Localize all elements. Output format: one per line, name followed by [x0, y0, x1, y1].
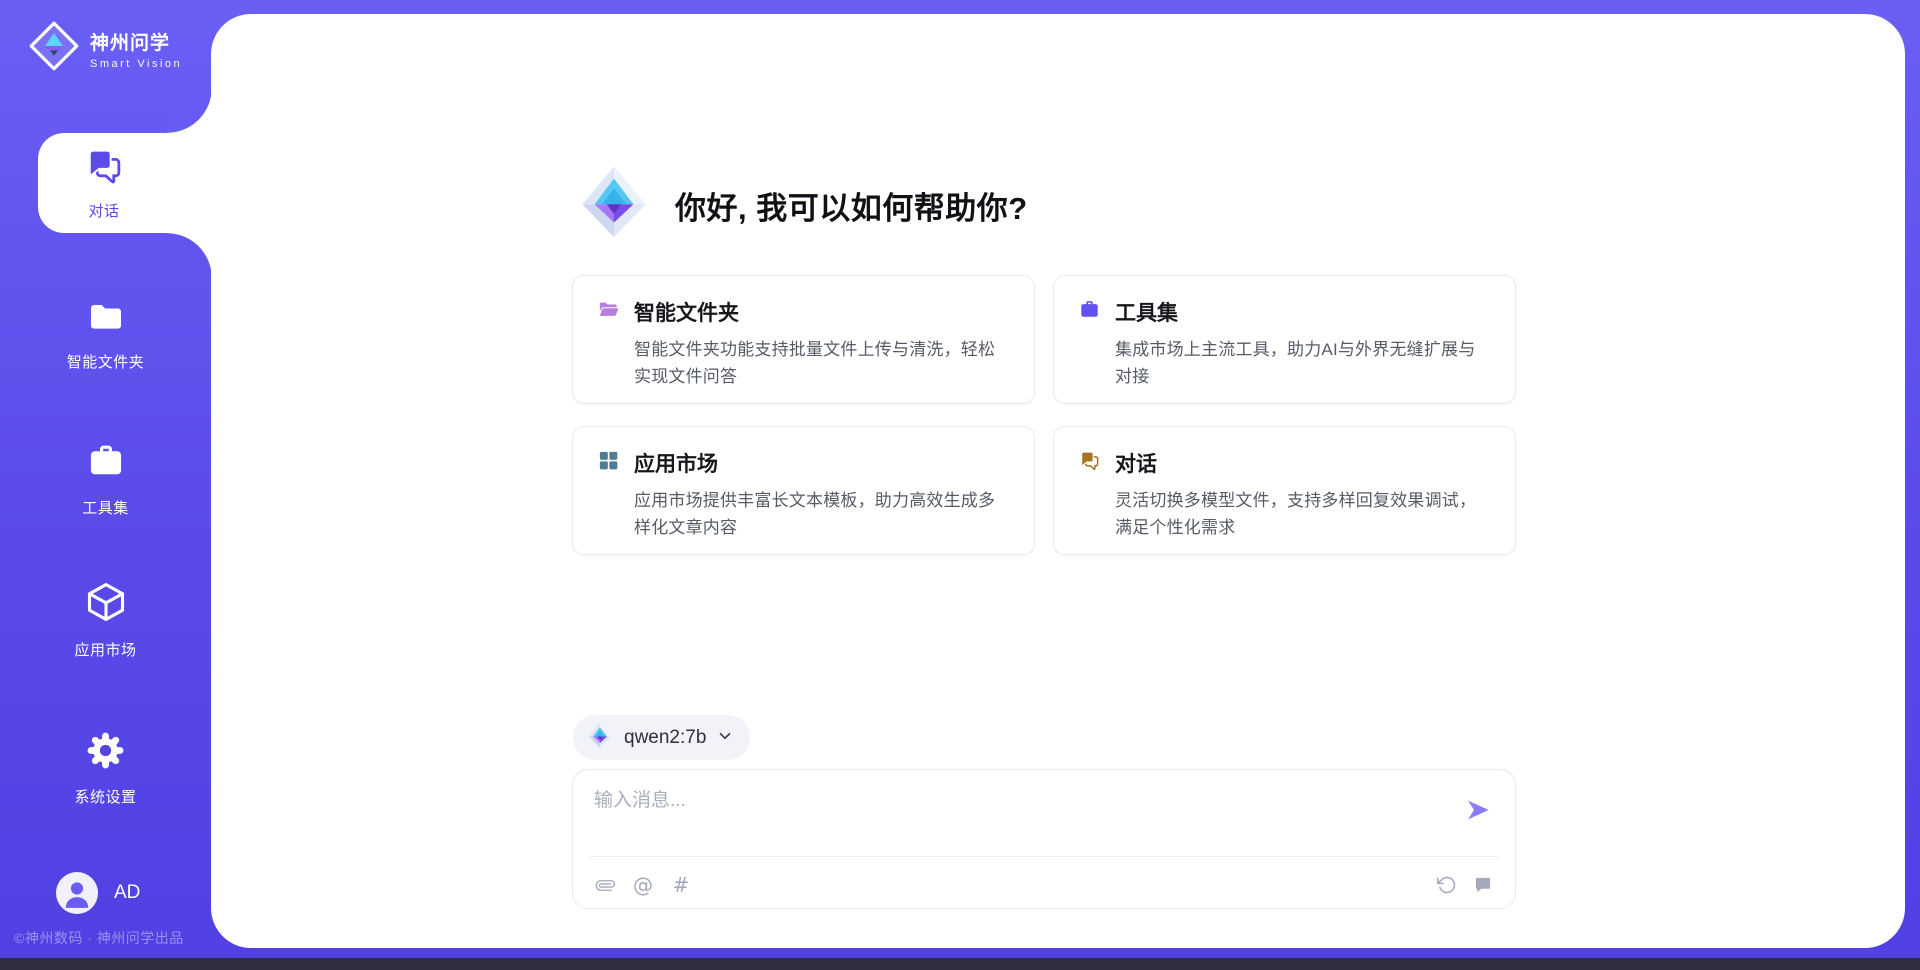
- paperclip-icon[interactable]: [594, 872, 616, 898]
- sidebar-item-label: 应用市场: [74, 639, 136, 660]
- sidebar-item-label: 系统设置: [74, 786, 136, 807]
- sidebar-item-toolset[interactable]: 工具集: [0, 440, 211, 518]
- history-icon[interactable]: [1436, 872, 1458, 898]
- chat-bubbles-icon: [1078, 449, 1101, 477]
- send-icon: [1464, 796, 1492, 824]
- cube-icon: [84, 580, 128, 629]
- active-tab-fillet-bottom: [167, 233, 212, 278]
- sidebar-item-chat[interactable]: 对话: [38, 133, 212, 233]
- card-title: 工具集: [1115, 297, 1178, 327]
- greeting-block: 你好, 我可以如何帮助你?: [575, 164, 1028, 247]
- card-description: 智能文件夹功能支持批量文件上传与清洗，轻松实现文件问答: [634, 336, 1010, 390]
- sidebar-item-smart-folder[interactable]: 智能文件夹: [0, 296, 211, 372]
- message-composer: @ #: [572, 769, 1516, 909]
- brand: 神州问学 Smart Vision: [28, 20, 182, 77]
- hash-icon[interactable]: #: [670, 872, 692, 898]
- gem-logo-icon: [575, 164, 653, 247]
- folder-open-icon: [597, 298, 620, 326]
- main-panel: 你好, 我可以如何帮助你? 智能文件夹 智能文件夹功能支持批量文件上传与清洗，轻…: [211, 14, 1905, 948]
- card-app-market[interactable]: 应用市场 应用市场提供丰富长文本模板，助力高效生成多样化文章内容: [572, 426, 1035, 555]
- composer-divider: [589, 856, 1499, 857]
- sidebar-item-label: 工具集: [82, 497, 129, 518]
- sidebar-item-label: 智能文件夹: [67, 351, 145, 372]
- card-title: 应用市场: [634, 448, 718, 478]
- bottom-strip: [0, 958, 1920, 970]
- sidebar-item-app-market[interactable]: 应用市场: [0, 580, 211, 660]
- briefcase-icon: [1078, 298, 1101, 326]
- active-tab-fillet-top: [167, 88, 212, 133]
- brand-text: 神州问学 Smart Vision: [90, 28, 182, 70]
- chevron-down-icon: [716, 727, 734, 748]
- model-selector[interactable]: qwen2:7b: [573, 715, 750, 760]
- card-description: 灵活切换多模型文件，支持多样回复效果调试，满足个性化需求: [1115, 487, 1491, 541]
- brand-name: 神州问学: [90, 28, 182, 55]
- sidebar: 神州问学 Smart Vision 对话 智能文件夹: [0, 0, 211, 970]
- user-profile[interactable]: AD: [56, 872, 140, 914]
- user-avatar: [56, 872, 98, 914]
- card-smart-folder[interactable]: 智能文件夹 智能文件夹功能支持批量文件上传与清洗，轻松实现文件问答: [572, 275, 1035, 404]
- chat-bubbles-icon: [83, 145, 125, 192]
- model-name: qwen2:7b: [624, 727, 706, 749]
- user-initials: AD: [114, 882, 140, 904]
- feature-cards: 智能文件夹 智能文件夹功能支持批量文件上传与清洗，轻松实现文件问答 工具集 集成…: [572, 275, 1516, 555]
- brand-subtitle: Smart Vision: [90, 58, 182, 70]
- sidebar-item-settings[interactable]: 系统设置: [0, 730, 211, 807]
- folder-icon: [86, 296, 126, 341]
- card-description: 应用市场提供丰富长文本模板，助力高效生成多样化文章内容: [634, 487, 1010, 541]
- card-toolset[interactable]: 工具集 集成市场上主流工具，助力AI与外界无缝扩展与对接: [1053, 275, 1516, 404]
- briefcase-icon: [85, 440, 127, 487]
- composer-toolbar: @ #: [594, 869, 1494, 901]
- card-chat[interactable]: 对话 灵活切换多模型文件，支持多样回复效果调试，满足个性化需求: [1053, 426, 1516, 555]
- card-description: 集成市场上主流工具，助力AI与外界无缝扩展与对接: [1115, 336, 1491, 390]
- greeting-text: 你好, 我可以如何帮助你?: [675, 183, 1028, 228]
- gear-icon: [85, 730, 126, 776]
- sidebar-item-label: 对话: [88, 200, 119, 221]
- copyright: ©神州数码 · 神州问学出品: [14, 928, 184, 948]
- chat-bubble-icon[interactable]: [1472, 872, 1494, 898]
- gem-icon: [586, 722, 614, 753]
- brand-logo-icon: [28, 20, 80, 77]
- at-icon[interactable]: @: [632, 872, 654, 898]
- card-title: 对话: [1115, 448, 1157, 478]
- send-button[interactable]: [1463, 796, 1493, 826]
- message-input[interactable]: [594, 785, 1444, 847]
- grid-icon: [597, 449, 620, 477]
- card-title: 智能文件夹: [634, 297, 739, 327]
